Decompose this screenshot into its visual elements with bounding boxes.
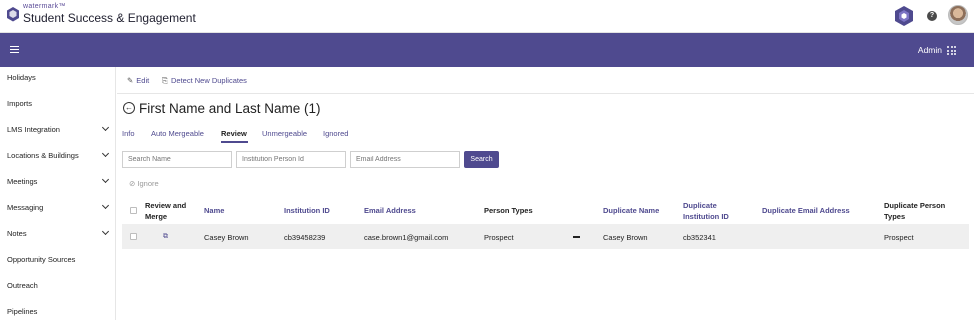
top-nav-bar: Admin xyxy=(0,33,974,67)
back-arrow-icon[interactable]: ← xyxy=(123,102,135,114)
edit-label: Edit xyxy=(136,76,150,85)
sidebar-item-label: Messaging xyxy=(7,203,44,212)
app-header: watermark™ Student Success & Engagement … xyxy=(0,0,974,33)
sidebar-item-label: Holidays xyxy=(7,73,36,82)
menu-icon[interactable] xyxy=(10,46,19,54)
sidebar-item[interactable]: Messaging xyxy=(0,200,116,226)
edit-button[interactable]: ✎ Edit xyxy=(127,76,149,85)
select-all-checkbox[interactable] xyxy=(130,207,137,214)
chevron-down-icon xyxy=(101,227,110,236)
cell-institution-id: cb39458239 xyxy=(284,233,326,242)
sidebar-item[interactable]: LMS Integration xyxy=(0,122,116,148)
tab-auto-mergeable[interactable]: Auto Mergeable xyxy=(151,129,204,138)
row-checkbox[interactable] xyxy=(130,233,137,240)
header-duplicate-person-types: Duplicate Person Types xyxy=(884,201,946,221)
header-email-address[interactable]: Email Address xyxy=(364,205,416,216)
chevron-down-icon xyxy=(101,175,110,184)
table-row[interactable] xyxy=(122,224,969,249)
ignore-label: Ignore xyxy=(137,179,159,188)
cell-duplicate-institution-id: cb352341 xyxy=(683,233,716,242)
tab-ignored[interactable]: Ignored xyxy=(323,129,348,138)
watermark-apps-icon[interactable] xyxy=(894,5,914,27)
header-duplicate-institution-id[interactable]: Duplicate Institution ID xyxy=(683,200,743,222)
divider-dash xyxy=(573,236,580,238)
cell-person-types: Prospect xyxy=(484,233,514,242)
detect-duplicates-button[interactable]: ⎘ Detect New Duplicates xyxy=(162,76,247,86)
sidebar-item-label: Locations & Buildings xyxy=(7,151,79,160)
brand-small-text: watermark™ xyxy=(23,3,66,10)
sidebar-item-label: Outreach xyxy=(7,281,38,290)
chevron-down-icon xyxy=(101,149,110,158)
sidebar-item-label: Meetings xyxy=(7,177,38,186)
admin-menu-label[interactable]: Admin xyxy=(918,45,942,55)
sidebar-item-label: Opportunity Sources xyxy=(7,255,76,264)
sidebar-item-label: LMS Integration xyxy=(7,125,60,134)
institution-person-id-input[interactable] xyxy=(236,151,346,168)
sidebar-item-label: Imports xyxy=(7,99,33,108)
page-title: First Name and Last Name (1) xyxy=(139,101,321,116)
tab-info[interactable]: Info xyxy=(122,129,135,138)
cell-duplicate-person-types: Prospect xyxy=(884,233,914,242)
review-merge-icon[interactable]: ⧉ xyxy=(163,233,172,240)
header-duplicate-name[interactable]: Duplicate Name xyxy=(603,205,659,216)
email-address-input[interactable] xyxy=(350,151,460,168)
app-grid-icon[interactable] xyxy=(947,46,956,55)
tab-review[interactable]: Review xyxy=(221,129,247,138)
sidebar: Holidays Imports LMS Integration Locations … xyxy=(0,67,116,320)
detect-duplicates-icon: ⎘ xyxy=(162,76,168,85)
tab-unmergeable[interactable]: Unmergeable xyxy=(262,129,307,138)
avatar[interactable] xyxy=(948,5,968,25)
header-name[interactable]: Name xyxy=(204,205,224,216)
cell-duplicate-name: Casey Brown xyxy=(603,233,648,242)
sidebar-item[interactable]: Locations & Buildings xyxy=(0,148,116,174)
chevron-down-icon xyxy=(101,123,110,132)
sidebar-item[interactable]: Holidays xyxy=(0,70,116,96)
header-person-types: Person Types xyxy=(484,206,533,215)
sidebar-item[interactable]: Notes xyxy=(0,226,116,252)
search-button[interactable]: Search xyxy=(464,151,499,168)
main-content: ✎ Edit ⎘ Detect New Duplicates ← First Nam… xyxy=(117,67,974,320)
sidebar-item[interactable]: Outreach xyxy=(0,278,116,304)
detect-duplicates-label: Detect New Duplicates xyxy=(171,76,247,85)
active-tab-indicator xyxy=(221,141,248,143)
sidebar-item-label: Notes xyxy=(7,229,27,238)
sidebar-item[interactable]: Pipelines xyxy=(0,304,116,330)
help-icon[interactable]: ? xyxy=(927,11,937,21)
sidebar-item[interactable]: Meetings xyxy=(0,174,116,200)
search-name-input[interactable] xyxy=(122,151,232,168)
watermark-logo-icon xyxy=(7,7,19,22)
sidebar-item[interactable]: Opportunity Sources xyxy=(0,252,116,278)
cell-name: Casey Brown xyxy=(204,233,249,242)
app-title: Student Success & Engagement xyxy=(23,11,196,25)
ignore-button[interactable]: ⊘ Ignore xyxy=(129,179,159,188)
header-institution-id[interactable]: Institution ID xyxy=(284,205,330,216)
pencil-icon: ✎ xyxy=(127,76,134,85)
header-review-merge: Review and Merge xyxy=(145,201,187,221)
ignore-icon: ⊘ xyxy=(129,179,136,188)
chevron-down-icon xyxy=(101,201,110,210)
header-duplicate-email-address[interactable]: Duplicate Email Address xyxy=(762,205,850,216)
cell-email: case.brown1@gmail.com xyxy=(364,233,449,242)
sidebar-item-label: Pipelines xyxy=(7,307,38,316)
toolbar: ✎ Edit ⎘ Detect New Duplicates xyxy=(117,67,974,94)
sidebar-item[interactable]: Imports xyxy=(0,96,116,122)
